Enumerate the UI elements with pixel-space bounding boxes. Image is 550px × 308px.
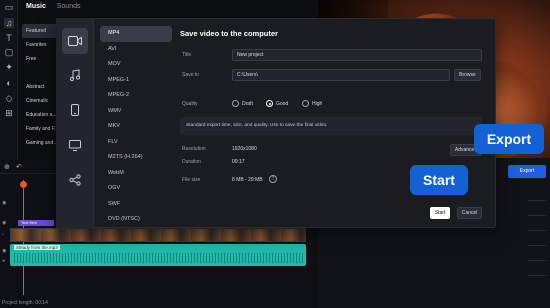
- title-label: Title: [182, 52, 192, 58]
- sticker-icon[interactable]: ▢: [4, 47, 14, 57]
- media-tabs: Music Sounds: [26, 3, 90, 10]
- monitor-icon[interactable]: [62, 132, 88, 158]
- text-icon[interactable]: T: [4, 33, 14, 43]
- duration-value: 00:17: [232, 159, 245, 165]
- tab-sounds[interactable]: Sounds: [57, 3, 81, 10]
- effects-icon[interactable]: ✦: [4, 62, 14, 72]
- export-button[interactable]: Export: [508, 165, 546, 178]
- audio-meter: [528, 190, 546, 290]
- start-button[interactable]: Start: [430, 207, 450, 219]
- format-list: MP4 AVI MOV MPEG-1 MPEG-2 WMV MKV FLV M2…: [100, 26, 172, 228]
- format-item[interactable]: WebM: [100, 166, 172, 182]
- start-callout: Start: [410, 165, 468, 195]
- format-item[interactable]: DVD (NTSC): [100, 212, 172, 228]
- radio-label: High: [312, 100, 323, 107]
- music-icon[interactable]: ♫: [4, 18, 14, 28]
- import-icon[interactable]: ▭: [4, 2, 14, 12]
- format-item[interactable]: WMV: [100, 104, 172, 120]
- resolution-label: Resolution: [182, 146, 206, 152]
- undo-icon[interactable]: ↶: [16, 163, 22, 171]
- eye-icon[interactable]: ◉: [2, 248, 6, 254]
- playhead-handle[interactable]: [20, 181, 27, 188]
- eye-icon[interactable]: ◉: [2, 220, 6, 226]
- file-size-label: File size: [182, 177, 201, 183]
- resolution-value: 1920x1080: [232, 146, 257, 152]
- save-to-field[interactable]: C:\Users\: [232, 69, 450, 81]
- video-camera-icon[interactable]: [62, 28, 88, 54]
- format-item[interactable]: M2TS (H.264): [100, 150, 172, 166]
- format-item[interactable]: MKV: [100, 119, 172, 135]
- format-item[interactable]: OGV: [100, 181, 172, 197]
- project-length: Project length: 00:14: [2, 300, 48, 306]
- radio-dot-selected: [266, 100, 273, 107]
- format-item[interactable]: SWF: [100, 197, 172, 213]
- transitions-icon[interactable]: ◐: [4, 78, 14, 88]
- duration-label: Duration: [182, 159, 201, 165]
- cancel-button[interactable]: Cancel: [457, 207, 482, 219]
- dialog-title: Save video to the computer: [180, 29, 278, 38]
- format-item[interactable]: MOV: [100, 57, 172, 73]
- text-clip[interactable]: Text Hint: [18, 220, 54, 226]
- lock-icon[interactable]: ▫: [2, 232, 4, 238]
- radio-label: Draft: [242, 100, 253, 107]
- video-clip[interactable]: [10, 228, 306, 242]
- quality-radio-high[interactable]: High: [302, 100, 322, 107]
- tab-music[interactable]: Music: [26, 3, 46, 10]
- format-item[interactable]: AVI: [100, 42, 172, 58]
- quality-radio-good[interactable]: Good: [266, 100, 288, 107]
- format-item[interactable]: MPEG-1: [100, 73, 172, 89]
- help-icon[interactable]: ?: [269, 175, 277, 183]
- quality-radio-draft[interactable]: Draft: [232, 100, 253, 107]
- speaker-icon[interactable]: ◂: [2, 258, 5, 264]
- radio-label: Good: [276, 100, 289, 107]
- title-field[interactable]: New project: [232, 49, 482, 61]
- format-item[interactable]: FLV: [100, 135, 172, 151]
- filters-icon[interactable]: ◇: [4, 93, 14, 103]
- format-item[interactable]: MP4: [100, 26, 172, 42]
- save-to-label: Save to: [182, 72, 199, 78]
- phone-icon[interactable]: [62, 97, 88, 123]
- quality-description: Standard export time, size, and quality.…: [180, 117, 482, 135]
- eye-icon[interactable]: ◉: [2, 200, 6, 206]
- radio-dot: [232, 100, 239, 107]
- audio-waveform: [14, 253, 304, 263]
- audio-clip-label: Steady from the.mp3: [14, 245, 60, 250]
- export-callout: Export: [474, 124, 544, 154]
- more-icon[interactable]: ⊞: [4, 108, 14, 118]
- radio-dot: [302, 100, 309, 107]
- browse-button[interactable]: Browse: [454, 69, 481, 81]
- music-note-icon[interactable]: [62, 62, 88, 88]
- add-track-icon[interactable]: ⊕: [4, 163, 10, 171]
- format-item[interactable]: MPEG-2: [100, 88, 172, 104]
- share-icon[interactable]: [62, 167, 88, 193]
- file-size-value: 8 MB - 29 MB: [232, 177, 263, 183]
- quality-label: Quality: [182, 101, 198, 107]
- tool-rail: ▭ ♫ T ▢ ✦ ◐ ◇ ⊞: [0, 0, 18, 160]
